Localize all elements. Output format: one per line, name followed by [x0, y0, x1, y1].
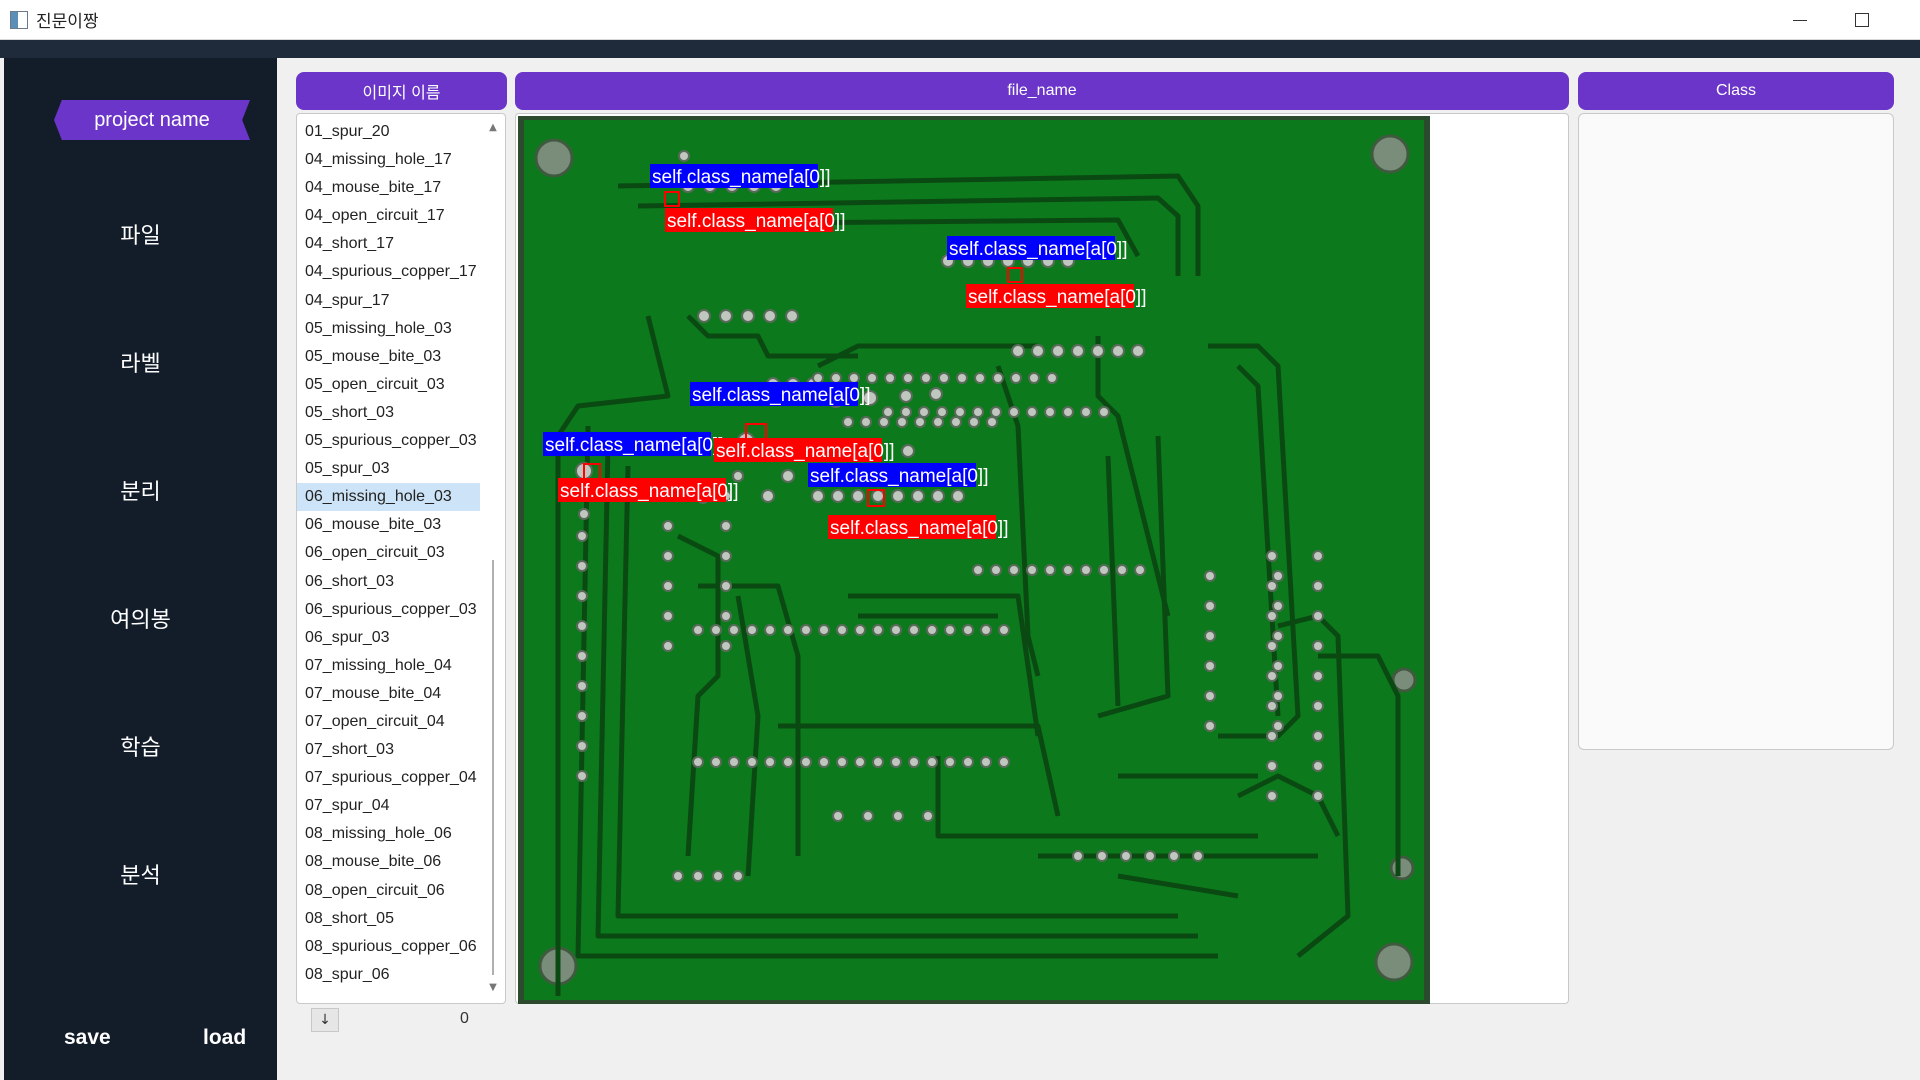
minimize-icon [1793, 19, 1807, 21]
nav-item-file[interactable]: 파일 [4, 218, 277, 250]
list-item[interactable]: 07_missing_hole_04 [297, 652, 480, 680]
list-item[interactable]: 05_mouse_bite_03 [297, 343, 480, 371]
list-item[interactable]: 05_spur_03 [297, 455, 480, 483]
list-item[interactable]: 08_spurious_copper_06 [297, 933, 480, 961]
annotation-label-text: self.class_name[a[0]] [830, 518, 1008, 539]
scroll-thumb[interactable] [492, 560, 494, 975]
image-list[interactable]: 01_spur_20 04_missing_hole_17 04_mouse_bit… [296, 113, 506, 1004]
sidebar: project name 파일 라벨 분리 여의봉 학습 분석 save loa… [4, 58, 277, 1080]
list-item[interactable]: 04_spurious_copper_17 [297, 258, 480, 286]
list-item[interactable]: 07_mouse_bite_04 [297, 680, 480, 708]
annotation-label-text: self.class_name[a[0]] [716, 441, 894, 462]
maximize-button[interactable] [1832, 0, 1892, 40]
list-item[interactable]: 08_spur_06 [297, 961, 480, 989]
annotation-label-text: self.class_name[a[0]] [667, 211, 845, 232]
list-item[interactable]: 04_mouse_bite_17 [297, 174, 480, 202]
list-item[interactable]: 05_missing_hole_03 [297, 315, 480, 343]
list-item[interactable]: 07_short_03 [297, 736, 480, 764]
list-item[interactable]: 06_spur_03 [297, 624, 480, 652]
list-item[interactable]: 08_short_05 [297, 905, 480, 933]
nav-item-yeouibong[interactable]: 여의봉 [4, 602, 277, 634]
next-down-button[interactable]: ↓ [311, 1008, 339, 1032]
list-item[interactable]: 06_spurious_copper_03 [297, 596, 480, 624]
image-list-header[interactable]: 이미지 이름 [296, 72, 507, 110]
list-scrollbar[interactable]: ▲ ▼ [485, 120, 501, 996]
annotation-label: self.class_name[a[0]] [828, 515, 1008, 539]
annotation-label: self.class_name[a[0]] [558, 478, 738, 502]
annotation-label: self.class_name[a[0]] [714, 438, 894, 462]
list-item[interactable]: 01_spur_20 [297, 118, 480, 146]
list-item[interactable]: 04_spur_17 [297, 287, 480, 315]
list-item[interactable]: 04_missing_hole_17 [297, 146, 480, 174]
annotation-label-text: self.class_name[a[0]] [692, 385, 870, 406]
list-item[interactable]: 08_missing_hole_06 [297, 820, 480, 848]
project-name-badge[interactable]: project name [54, 100, 250, 140]
annotation-label-text: self.class_name[a[0]] [810, 466, 988, 487]
list-item[interactable]: 08_mouse_bite_06 [297, 848, 480, 876]
list-item[interactable]: 06_missing_hole_03 [297, 483, 480, 512]
nav-item-label[interactable]: 라벨 [4, 346, 277, 378]
list-item[interactable]: 05_spurious_copper_03 [297, 427, 480, 455]
list-item[interactable]: 07_spurious_copper_04 [297, 764, 480, 792]
annotation-label-text: self.class_name[a[0]] [545, 435, 723, 456]
list-item[interactable]: 07_spur_04 [297, 792, 480, 820]
list-item[interactable]: 05_open_circuit_03 [297, 371, 480, 399]
minimize-button[interactable] [1770, 0, 1830, 40]
annotation-label: self.class_name[a[0]] [665, 208, 845, 232]
file-name-header[interactable]: file_name [515, 72, 1569, 110]
list-item[interactable]: 04_short_17 [297, 230, 480, 258]
list-item[interactable]: 06_short_03 [297, 568, 480, 596]
annotation-label: self.class_name[a[0]] [966, 284, 1146, 308]
nav-item-analysis[interactable]: 분석 [4, 858, 277, 890]
class-list-panel[interactable] [1578, 113, 1894, 750]
scroll-down-icon[interactable]: ▼ [485, 980, 501, 996]
list-item[interactable]: 05_short_03 [297, 399, 480, 427]
item-count: 0 [460, 1010, 469, 1027]
annotation-label-text: self.class_name[a[0]] [968, 287, 1146, 308]
nav-item-train[interactable]: 학습 [4, 730, 277, 762]
window-title: 진문이짱 [36, 12, 99, 32]
app-icon [10, 10, 28, 29]
pcb-image: self.class_name[a[0]]self.class_name[a[0… [518, 116, 1430, 1004]
title-bar: 진문이짱 [0, 0, 1920, 40]
scroll-up-icon[interactable]: ▲ [485, 120, 501, 136]
maximize-icon [1855, 13, 1869, 27]
list-item[interactable]: 04_open_circuit_17 [297, 202, 480, 230]
image-list-items: 01_spur_20 04_missing_hole_17 04_mouse_bit… [297, 114, 505, 989]
top-strip [0, 40, 1920, 58]
class-header[interactable]: Class [1578, 72, 1894, 110]
annotation-label-text: self.class_name[a[0]] [652, 167, 830, 188]
nav-item-split[interactable]: 분리 [4, 474, 277, 506]
save-button[interactable]: save [64, 1026, 111, 1050]
load-button[interactable]: load [203, 1026, 246, 1050]
list-item[interactable]: 06_open_circuit_03 [297, 539, 480, 567]
list-item[interactable]: 08_open_circuit_06 [297, 877, 480, 905]
list-item[interactable]: 06_mouse_bite_03 [297, 511, 480, 539]
annotation-label-text: self.class_name[a[0]] [949, 239, 1127, 260]
annotation-label-text: self.class_name[a[0]] [560, 481, 738, 502]
list-item[interactable]: 07_open_circuit_04 [297, 708, 480, 736]
